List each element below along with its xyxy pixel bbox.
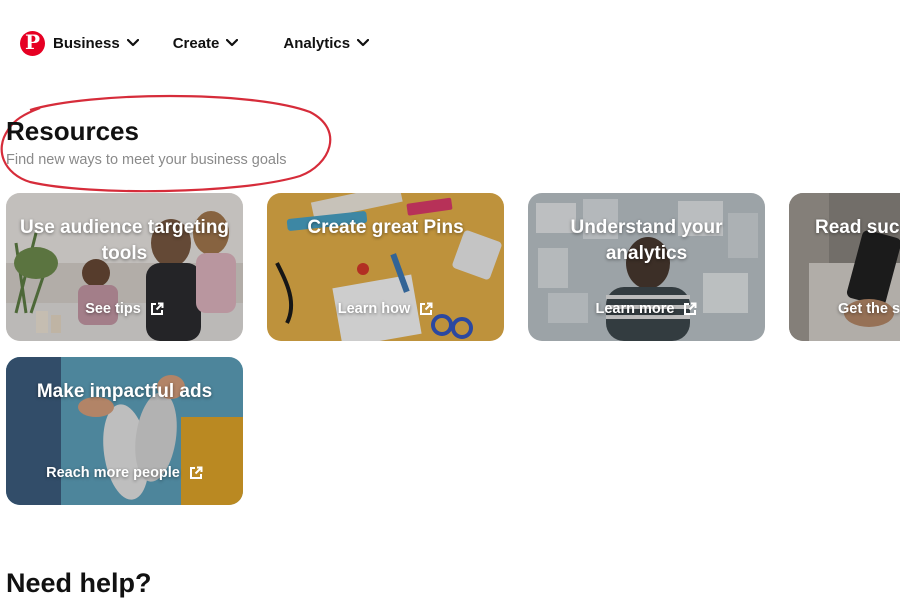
card-link[interactable]: Reach more people bbox=[6, 465, 243, 481]
external-link-icon bbox=[684, 302, 697, 315]
card-success-stories[interactable]: Read suc Get the s bbox=[789, 193, 900, 341]
external-link-icon bbox=[150, 302, 164, 315]
nav-business-menu[interactable]: Business bbox=[53, 35, 139, 52]
card-link[interactable]: Get the s bbox=[838, 301, 900, 317]
card-analytics[interactable]: Understand your analytics Learn more bbox=[528, 193, 765, 341]
chevron-down-icon bbox=[226, 39, 239, 47]
nav-business-label: Business bbox=[53, 34, 120, 52]
card-impactful-ads[interactable]: Make impactful ads Reach more people bbox=[6, 357, 243, 505]
top-nav: P Business Create Analytics bbox=[20, 29, 370, 56]
card-link-label: Learn more bbox=[595, 301, 675, 317]
external-link-icon bbox=[420, 302, 433, 315]
pinterest-logo-icon[interactable]: P bbox=[20, 29, 45, 56]
external-link-icon bbox=[189, 466, 203, 479]
need-help-heading: Need help? bbox=[6, 568, 152, 598]
card-title: Understand your analytics bbox=[570, 217, 723, 264]
chevron-down-icon bbox=[126, 39, 139, 47]
card-link-label: Learn how bbox=[337, 301, 411, 317]
card-link-label: Get the s bbox=[838, 301, 900, 317]
nav-create-label: Create bbox=[172, 34, 220, 52]
card-title: Use audience targeting tools bbox=[19, 217, 230, 264]
card-title: Read suc bbox=[815, 217, 900, 238]
card-title: Create great Pins bbox=[307, 217, 464, 238]
nav-create-menu[interactable]: Create bbox=[173, 35, 239, 52]
card-link-label: Reach more people bbox=[46, 465, 180, 481]
card-link[interactable]: Learn more bbox=[528, 301, 765, 317]
logo-letter: P bbox=[24, 29, 41, 54]
card-link[interactable]: Learn how bbox=[267, 301, 504, 317]
resources-subtitle: Find new ways to meet your business goal… bbox=[6, 152, 287, 168]
card-create-pins[interactable]: Create great Pins Learn how bbox=[267, 193, 504, 341]
card-link-label: See tips bbox=[85, 301, 141, 317]
nav-analytics-label: Analytics bbox=[283, 34, 351, 52]
card-audience-targeting[interactable]: Use audience targeting tools See tips bbox=[6, 193, 243, 341]
nav-analytics-menu[interactable]: Analytics bbox=[283, 34, 370, 52]
resources-title: Resources bbox=[6, 116, 139, 146]
page: P Business Create Analytics Resources Fi… bbox=[0, 0, 900, 600]
card-title: Make impactful ads bbox=[36, 381, 213, 402]
chevron-down-icon bbox=[357, 39, 370, 47]
card-link[interactable]: See tips bbox=[6, 301, 243, 317]
